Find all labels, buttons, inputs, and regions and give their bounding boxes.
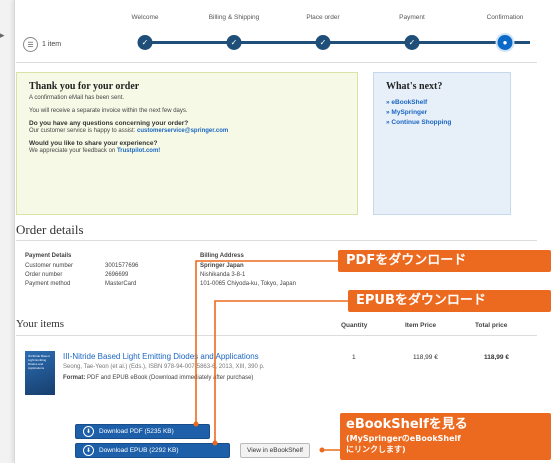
cart-count: 1 item xyxy=(42,41,62,48)
cart-indicator[interactable]: ☰ 1 item xyxy=(23,37,61,52)
step-billing: Billing & Shipping xyxy=(208,14,260,21)
divider xyxy=(16,335,537,336)
current-step-icon: ● xyxy=(497,35,513,50)
divider xyxy=(16,240,537,241)
check-icon: ✓ xyxy=(137,35,153,50)
order-number-value: 2696699 xyxy=(105,272,129,278)
book-cover-image[interactable]: III-Nitride Based Light Emitting Diodes … xyxy=(25,351,55,395)
progress-track xyxy=(146,41,530,44)
payment-details-title: Payment Details xyxy=(25,253,72,259)
payment-method-label: Payment method xyxy=(25,281,71,287)
billing-name: Springer Japan xyxy=(200,263,244,269)
order-confirmation-page xyxy=(14,0,551,463)
thank-you-title: Thank you for your order xyxy=(29,81,140,92)
ebookshelf-link[interactable]: » eBookShelf xyxy=(386,98,498,108)
invoice-text: You will receive a separate invoice with… xyxy=(29,108,188,114)
callout-shelf-sub-1: (MySpringerのeBookShelf xyxy=(346,434,461,443)
book-metadata: Seong, Tae-Yeon (et al.) (Eds.), ISBN 97… xyxy=(63,364,265,370)
order-details-heading: Order details xyxy=(16,222,84,237)
questions-heading: Do you have any questions concerning you… xyxy=(29,120,189,127)
order-number-label: Order number xyxy=(25,272,63,278)
trustpilot-link[interactable]: Trustpilot.com! xyxy=(117,148,160,154)
divider xyxy=(16,62,537,63)
whats-next-box: What's next? » eBookShelf » MySpringer »… xyxy=(373,72,511,215)
check-icon: ✓ xyxy=(226,35,242,50)
step-confirmation: Confirmation xyxy=(486,14,524,21)
download-epub-button[interactable]: ⬇ Download EPUB (2292 KB) xyxy=(75,443,230,458)
check-icon: ✓ xyxy=(404,35,420,50)
callout-view-ebookshelf: eBookShelfを見る (MySpringerのeBookShelf にリン… xyxy=(340,413,551,460)
billing-line-2: 101-0065 Chiyoda-ku, Tokyo, Japan xyxy=(200,281,296,287)
customer-number-label: Customer number xyxy=(25,263,74,269)
column-item-price: Item Price xyxy=(405,322,437,329)
item-total-price: 118,99 € xyxy=(484,354,509,361)
share-heading: Would you like to share your experience? xyxy=(29,140,158,147)
continue-shopping-link[interactable]: » Continue Shopping xyxy=(386,118,498,128)
cart-icon: ☰ xyxy=(23,37,38,52)
item-price: 118,99 € xyxy=(413,354,438,361)
step-place-order: Place order xyxy=(306,14,340,21)
download-pdf-button[interactable]: ⬇ Download PDF (5235 KB) xyxy=(75,424,210,439)
billing-line-1: Nishikanda 3-8-1 xyxy=(200,272,246,278)
share-text: We appreciate your feedback on Trustpilo… xyxy=(29,148,161,154)
myspringer-link[interactable]: » MySpringer xyxy=(386,108,498,118)
callout-shelf-sub-2: にリンクします) xyxy=(346,445,406,454)
check-icon: ✓ xyxy=(315,35,331,50)
step-welcome: Welcome xyxy=(131,14,159,21)
download-icon: ⬇ xyxy=(83,445,94,456)
callout-download-pdf: PDFをダウンロード xyxy=(338,250,551,272)
column-quantity: Quantity xyxy=(341,322,368,329)
billing-address-title: Billing Address xyxy=(200,253,244,259)
thank-you-box: Thank you for your order A confirmation … xyxy=(16,72,358,215)
callout-shelf-title: eBookShelfを見る xyxy=(346,417,468,432)
book-title-link[interactable]: III-Nitride Based Light Emitting Diodes … xyxy=(63,352,259,361)
view-in-ebookshelf-button[interactable]: View in eBookShelf xyxy=(240,443,310,458)
customer-number-value: 3001577696 xyxy=(105,263,139,269)
customer-service-email-link[interactable]: customerservice@springer.com xyxy=(137,128,228,134)
questions-text: Our customer service is happy to assist:… xyxy=(29,128,229,134)
column-total-price: Total price xyxy=(475,322,508,329)
callout-download-epub: EPUBをダウンロード xyxy=(348,290,551,312)
payment-method-value: MasterCard xyxy=(105,281,137,287)
step-payment: Payment xyxy=(399,14,425,21)
confirmation-text: A confirmation eMail has been sent. xyxy=(29,95,125,101)
item-quantity: 1 xyxy=(352,354,356,361)
whats-next-title: What's next? xyxy=(386,81,443,92)
checkout-progress: Welcome Billing & Shipping Place order P… xyxy=(115,14,541,50)
your-items-heading: Your items xyxy=(16,318,65,330)
book-format: Format: PDF and EPUB eBook (Download imm… xyxy=(63,375,254,381)
download-icon: ⬇ xyxy=(83,426,94,437)
pointer-arrow-icon: ▸ xyxy=(0,30,5,40)
